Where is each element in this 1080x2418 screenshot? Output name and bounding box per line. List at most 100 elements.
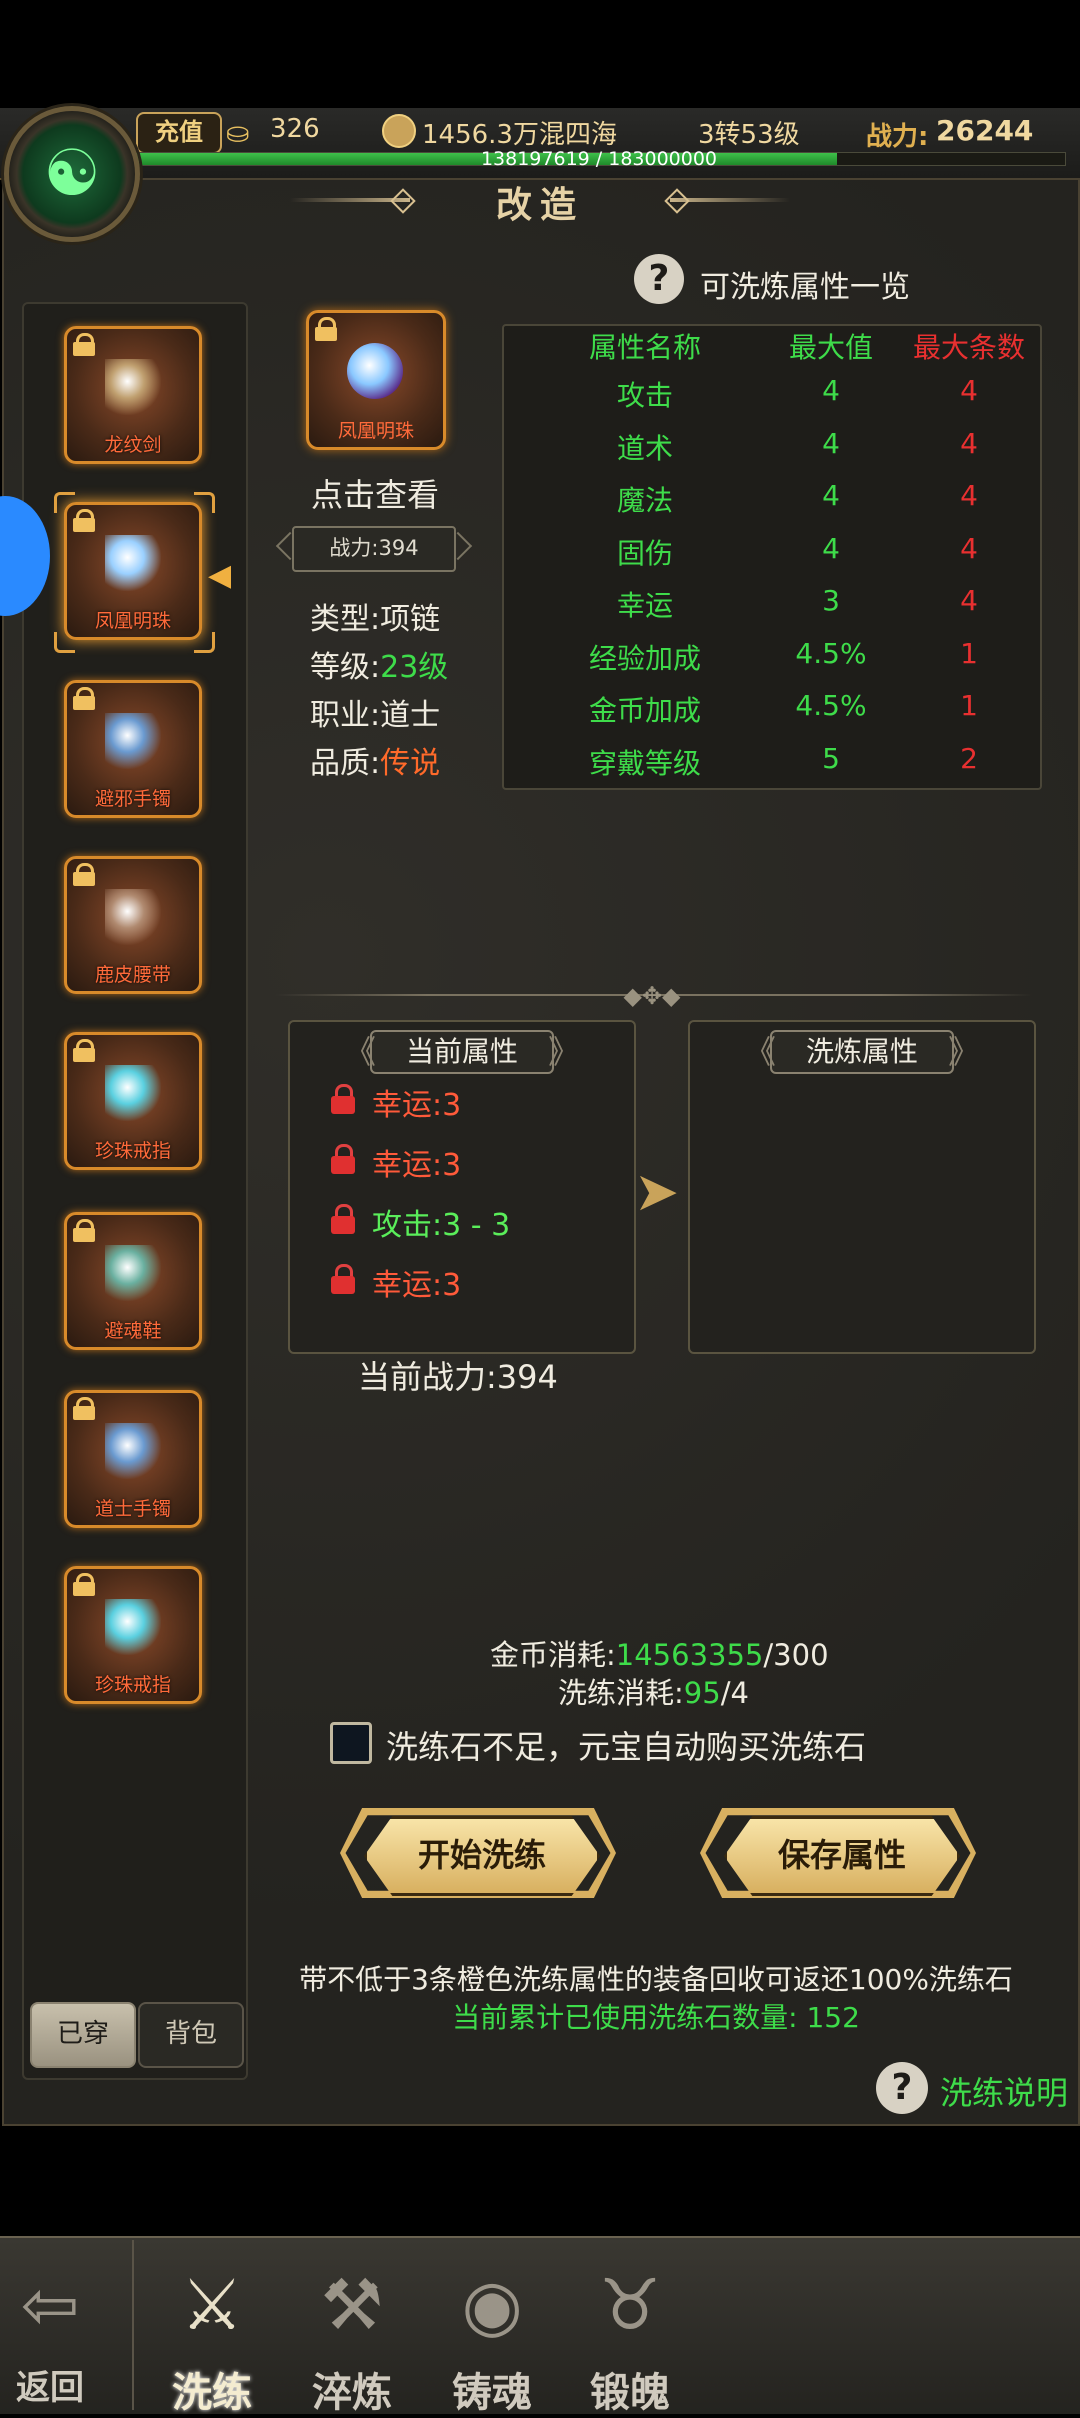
bracelet-icon [105, 1423, 161, 1479]
current-attributes-label: 当前属性 [405, 1035, 518, 1068]
nav-separator [132, 2240, 134, 2410]
coin-count: 1456.3万混四海 [422, 120, 617, 150]
item-quality-label: 品质: [310, 746, 381, 781]
save-attributes-button[interactable]: 保存属性 [724, 1816, 960, 1896]
equipment-slot[interactable]: 避邪手镯 [64, 680, 202, 818]
chevron-left-icon: 《 [344, 1033, 377, 1071]
item-class-value: 道士 [380, 698, 441, 733]
column-header-max: 最大值 [788, 331, 873, 364]
attribute-count: 1 [960, 689, 978, 722]
nav-label: 铸魂 [452, 2370, 532, 2416]
attribute-count: 4 [960, 426, 978, 460]
item-type-row: 类型:项链 [310, 594, 440, 638]
lock-icon [71, 1219, 97, 1242]
selected-item-preview[interactable]: 凤凰明珠 [306, 310, 446, 450]
ingot-count: 326 [270, 114, 320, 144]
attribute-name: 道术 [616, 431, 673, 465]
attribute-count: 4 [960, 374, 978, 407]
refine-help-link[interactable]: 洗练说明 [940, 2068, 1068, 2114]
transfer-arrow-icon: ➤ [634, 1160, 680, 1223]
equipment-slot-name: 珍珠戒指 [94, 1674, 171, 1696]
nav-label: 返回 [16, 2368, 84, 2408]
stones-used-note: 当前累计已使用洗练石数量: 152 [452, 2001, 860, 2034]
equipment-slot[interactable]: 避魂鞋 [64, 1212, 202, 1350]
back-arrow-icon: ⇦ [20, 2264, 80, 2346]
attribute-count: 4 [960, 479, 978, 512]
lock-icon [71, 1397, 97, 1420]
nav-tab[interactable]: ⚔ 洗练 [152, 2252, 272, 2416]
attribute-count: 4 [960, 531, 978, 565]
start-refine-button[interactable]: 开始洗练 [364, 1816, 600, 1896]
selection-bracket [194, 492, 215, 513]
current-power: 当前战力:394 [358, 1358, 558, 1396]
lock-icon[interactable] [330, 1204, 356, 1236]
attribute-max: 4 [822, 374, 840, 407]
current-attributes-title: 《 当前属性 》 [344, 1030, 580, 1074]
item-type-label: 类型: [310, 602, 381, 637]
selection-bracket [54, 492, 75, 513]
pearl-necklace-icon [105, 535, 161, 591]
attribute-count: 4 [960, 584, 978, 617]
equipment-slot[interactable]: 凤凰明珠 [64, 502, 202, 640]
attribute-name: 魔法 [616, 484, 673, 517]
lock-icon[interactable] [330, 1264, 356, 1296]
item-quality-value: 传说 [380, 746, 441, 781]
equipment-slot[interactable]: 道士手镯 [64, 1390, 202, 1528]
auto-buy-checkbox[interactable] [330, 1722, 372, 1764]
item-name: 凤凰明珠 [337, 420, 414, 442]
nav-label: 淬炼 [312, 2370, 392, 2416]
item-type-value: 项链 [380, 602, 441, 637]
attribute-max: 4 [822, 479, 840, 512]
lock-icon [71, 1573, 97, 1596]
nav-tab[interactable]: ⚒ 淬炼 [292, 2252, 412, 2416]
taiji-avatar-button[interactable]: ☯ [4, 106, 140, 242]
lock-icon[interactable] [330, 1084, 356, 1116]
equipment-slot[interactable]: 龙纹剑 [64, 326, 202, 464]
gold-cost-label: 金币消耗: [490, 1638, 616, 1672]
help-icon[interactable]: ? [634, 254, 684, 304]
experience-text: 138197619 / 183000000 [480, 148, 718, 170]
item-class-row: 职业:道士 [310, 690, 440, 734]
nav-tab[interactable]: ♉ 锻魄 [570, 2252, 690, 2416]
lock-icon[interactable] [330, 1144, 356, 1176]
item-level-label: 等级: [310, 650, 381, 685]
coin-icon [382, 114, 416, 148]
attribute-text: 攻击:3 - 3 [372, 1208, 511, 1243]
back-button[interactable]: ⇦ 返回 [0, 2252, 120, 2412]
gold-cost-need: /300 [763, 1638, 829, 1672]
refinable-attributes-title[interactable]: 可洗炼属性一览 [700, 262, 910, 306]
sword-emblem-icon: ⚔ [180, 2264, 244, 2346]
combat-power-value: 26244 [936, 114, 1034, 147]
attribute-name: 幸运 [616, 589, 673, 622]
help-icon[interactable]: ? [876, 2062, 928, 2114]
equipment-slot[interactable]: 珍珠戒指 [64, 1032, 202, 1170]
tab-worn[interactable]: 已穿 [30, 2002, 136, 2068]
attribute-name: 攻击 [616, 379, 673, 412]
yin-yang-icon: ☯ [43, 137, 101, 211]
refinable-attributes-table: 属性名称 最大值 最大条数 攻击 4 4 道术 4 4 魔法 4 4 固伤 4 4 幸运 3 4 经验加成 4.… [502, 324, 1042, 790]
nav-label: 洗练 [172, 2370, 252, 2416]
demon-mask-icon: ♉ [598, 2264, 662, 2346]
current-attributes-box: 《 当前属性 》 幸运:3 幸运:3 攻击:3 - 3 幸运:3 [288, 1020, 636, 1354]
item-power-badge: 战力:394 [292, 526, 456, 572]
lock-icon [71, 863, 97, 886]
equipment-slot[interactable]: 鹿皮腰带 [64, 856, 202, 994]
equipment-slot-name: 道士手镯 [94, 1498, 171, 1520]
selection-bracket [54, 632, 75, 653]
refine-attributes-title: 《 洗炼属性 》 [744, 1030, 980, 1074]
pearl-ring-icon [105, 1065, 161, 1121]
equipment-slot-name: 龙纹剑 [104, 434, 162, 456]
chevron-right-icon: 》 [947, 1033, 980, 1071]
equipment-slot[interactable]: 珍珠戒指 [64, 1566, 202, 1704]
item-quality-row: 品质:传说 [310, 738, 440, 782]
auto-buy-label[interactable]: 洗练石不足，元宝自动购买洗练石 [386, 1722, 866, 1768]
click-to-view-link[interactable]: 点击查看 [280, 470, 470, 516]
refine-attributes-label: 洗炼属性 [805, 1035, 918, 1068]
attribute-name: 金币加成 [588, 694, 701, 727]
attribute-max: 3 [822, 584, 840, 617]
tab-bag[interactable]: 背包 [138, 2002, 244, 2068]
lock-icon [313, 317, 339, 341]
attribute-name: 固伤 [616, 536, 673, 570]
equipment-slot-name: 避魂鞋 [104, 1320, 162, 1342]
nav-tab[interactable]: ◉ 铸魂 [432, 2252, 552, 2416]
